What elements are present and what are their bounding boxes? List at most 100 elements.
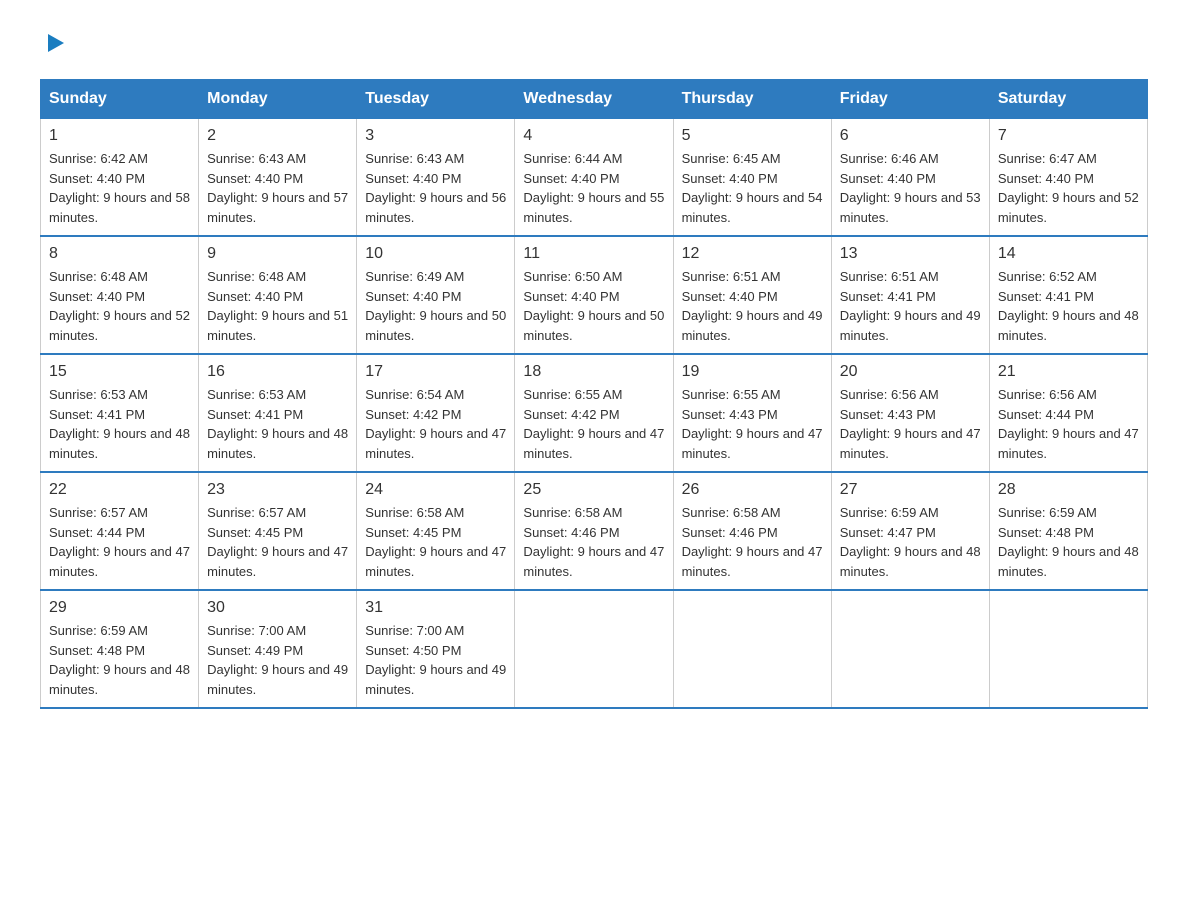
daylight-label: Daylight: 9 hours and 52 minutes. — [998, 190, 1139, 225]
day-number: 26 — [682, 481, 823, 499]
calendar-cell: 30 Sunrise: 7:00 AM Sunset: 4:49 PM Dayl… — [199, 590, 357, 708]
sunrise-value: 6:46 AM — [891, 151, 939, 166]
calendar-table: SundayMondayTuesdayWednesdayThursdayFrid… — [40, 79, 1148, 709]
weekday-header-monday: Monday — [199, 80, 357, 119]
day-number: 16 — [207, 363, 348, 381]
day-info: Sunrise: 6:55 AM Sunset: 4:43 PM Dayligh… — [682, 385, 823, 463]
sunset-value: 4:40 PM — [571, 289, 619, 304]
sunrise-value: 6:51 AM — [733, 269, 781, 284]
sunset-label: Sunset: — [840, 171, 888, 186]
calendar-week-row: 29 Sunrise: 6:59 AM Sunset: 4:48 PM Dayl… — [41, 590, 1148, 708]
sunset-value: 4:48 PM — [97, 643, 145, 658]
sunset-label: Sunset: — [523, 525, 571, 540]
calendar-cell: 26 Sunrise: 6:58 AM Sunset: 4:46 PM Dayl… — [673, 472, 831, 590]
sunrise-label: Sunrise: — [49, 387, 100, 402]
sunset-label: Sunset: — [523, 407, 571, 422]
calendar-week-row: 8 Sunrise: 6:48 AM Sunset: 4:40 PM Dayli… — [41, 236, 1148, 354]
sunrise-value: 6:57 AM — [258, 505, 306, 520]
sunset-label: Sunset: — [998, 525, 1046, 540]
calendar-cell: 7 Sunrise: 6:47 AM Sunset: 4:40 PM Dayli… — [989, 119, 1147, 237]
daylight-label: Daylight: 9 hours and 50 minutes. — [523, 308, 664, 343]
calendar-cell: 23 Sunrise: 6:57 AM Sunset: 4:45 PM Dayl… — [199, 472, 357, 590]
sunset-label: Sunset: — [523, 171, 571, 186]
sunrise-label: Sunrise: — [207, 623, 258, 638]
calendar-cell: 16 Sunrise: 6:53 AM Sunset: 4:41 PM Dayl… — [199, 354, 357, 472]
day-info: Sunrise: 7:00 AM Sunset: 4:49 PM Dayligh… — [207, 621, 348, 699]
daylight-label: Daylight: 9 hours and 52 minutes. — [49, 308, 190, 343]
sunset-value: 4:40 PM — [1046, 171, 1094, 186]
sunset-label: Sunset: — [207, 289, 255, 304]
sunset-value: 4:46 PM — [571, 525, 619, 540]
calendar-cell: 28 Sunrise: 6:59 AM Sunset: 4:48 PM Dayl… — [989, 472, 1147, 590]
day-info: Sunrise: 6:43 AM Sunset: 4:40 PM Dayligh… — [207, 149, 348, 227]
day-info: Sunrise: 6:48 AM Sunset: 4:40 PM Dayligh… — [49, 267, 190, 345]
day-info: Sunrise: 6:50 AM Sunset: 4:40 PM Dayligh… — [523, 267, 664, 345]
sunrise-value: 7:00 AM — [258, 623, 306, 638]
sunrise-label: Sunrise: — [840, 151, 891, 166]
day-info: Sunrise: 6:42 AM Sunset: 4:40 PM Dayligh… — [49, 149, 190, 227]
sunset-value: 4:41 PM — [887, 289, 935, 304]
sunset-value: 4:40 PM — [97, 289, 145, 304]
day-number: 22 — [49, 481, 190, 499]
logo — [40, 30, 66, 59]
day-info: Sunrise: 6:56 AM Sunset: 4:43 PM Dayligh… — [840, 385, 981, 463]
sunset-label: Sunset: — [365, 289, 413, 304]
day-number: 23 — [207, 481, 348, 499]
sunrise-value: 6:48 AM — [258, 269, 306, 284]
sunrise-value: 6:59 AM — [891, 505, 939, 520]
sunset-value: 4:50 PM — [413, 643, 461, 658]
sunrise-label: Sunrise: — [523, 269, 574, 284]
calendar-cell: 2 Sunrise: 6:43 AM Sunset: 4:40 PM Dayli… — [199, 119, 357, 237]
day-number: 21 — [998, 363, 1139, 381]
calendar-cell: 17 Sunrise: 6:54 AM Sunset: 4:42 PM Dayl… — [357, 354, 515, 472]
sunrise-value: 6:55 AM — [575, 387, 623, 402]
day-number: 5 — [682, 127, 823, 145]
daylight-label: Daylight: 9 hours and 58 minutes. — [49, 190, 190, 225]
calendar-cell: 5 Sunrise: 6:45 AM Sunset: 4:40 PM Dayli… — [673, 119, 831, 237]
sunrise-value: 6:58 AM — [733, 505, 781, 520]
sunset-value: 4:46 PM — [729, 525, 777, 540]
daylight-label: Daylight: 9 hours and 47 minutes. — [682, 426, 823, 461]
daylight-label: Daylight: 9 hours and 47 minutes. — [682, 544, 823, 579]
sunrise-value: 6:54 AM — [417, 387, 465, 402]
sunset-label: Sunset: — [998, 171, 1046, 186]
sunset-value: 4:43 PM — [729, 407, 777, 422]
calendar-cell: 10 Sunrise: 6:49 AM Sunset: 4:40 PM Dayl… — [357, 236, 515, 354]
sunrise-label: Sunrise: — [998, 269, 1049, 284]
day-info: Sunrise: 6:59 AM Sunset: 4:47 PM Dayligh… — [840, 503, 981, 581]
day-info: Sunrise: 6:53 AM Sunset: 4:41 PM Dayligh… — [207, 385, 348, 463]
daylight-label: Daylight: 9 hours and 49 minutes. — [365, 662, 506, 697]
weekday-header-tuesday: Tuesday — [357, 80, 515, 119]
day-number: 3 — [365, 127, 506, 145]
sunset-label: Sunset: — [998, 289, 1046, 304]
sunset-value: 4:42 PM — [571, 407, 619, 422]
sunset-label: Sunset: — [365, 525, 413, 540]
day-info: Sunrise: 6:52 AM Sunset: 4:41 PM Dayligh… — [998, 267, 1139, 345]
daylight-label: Daylight: 9 hours and 48 minutes. — [998, 308, 1139, 343]
weekday-header-sunday: Sunday — [41, 80, 199, 119]
daylight-label: Daylight: 9 hours and 47 minutes. — [840, 426, 981, 461]
sunrise-value: 6:58 AM — [417, 505, 465, 520]
sunset-label: Sunset: — [49, 171, 97, 186]
sunrise-label: Sunrise: — [998, 387, 1049, 402]
sunrise-label: Sunrise: — [365, 151, 416, 166]
calendar-cell: 1 Sunrise: 6:42 AM Sunset: 4:40 PM Dayli… — [41, 119, 199, 237]
weekday-header-thursday: Thursday — [673, 80, 831, 119]
day-info: Sunrise: 7:00 AM Sunset: 4:50 PM Dayligh… — [365, 621, 506, 699]
calendar-header-row: SundayMondayTuesdayWednesdayThursdayFrid… — [41, 80, 1148, 119]
sunset-label: Sunset: — [523, 289, 571, 304]
day-info: Sunrise: 6:51 AM Sunset: 4:41 PM Dayligh… — [840, 267, 981, 345]
day-number: 6 — [840, 127, 981, 145]
day-number: 17 — [365, 363, 506, 381]
day-info: Sunrise: 6:58 AM Sunset: 4:46 PM Dayligh… — [682, 503, 823, 581]
sunrise-label: Sunrise: — [840, 505, 891, 520]
sunrise-value: 6:43 AM — [258, 151, 306, 166]
day-info: Sunrise: 6:45 AM Sunset: 4:40 PM Dayligh… — [682, 149, 823, 227]
day-number: 8 — [49, 245, 190, 263]
sunrise-label: Sunrise: — [365, 387, 416, 402]
sunrise-value: 6:45 AM — [733, 151, 781, 166]
sunrise-value: 6:55 AM — [733, 387, 781, 402]
day-number: 14 — [998, 245, 1139, 263]
sunrise-label: Sunrise: — [523, 151, 574, 166]
sunset-value: 4:40 PM — [255, 171, 303, 186]
